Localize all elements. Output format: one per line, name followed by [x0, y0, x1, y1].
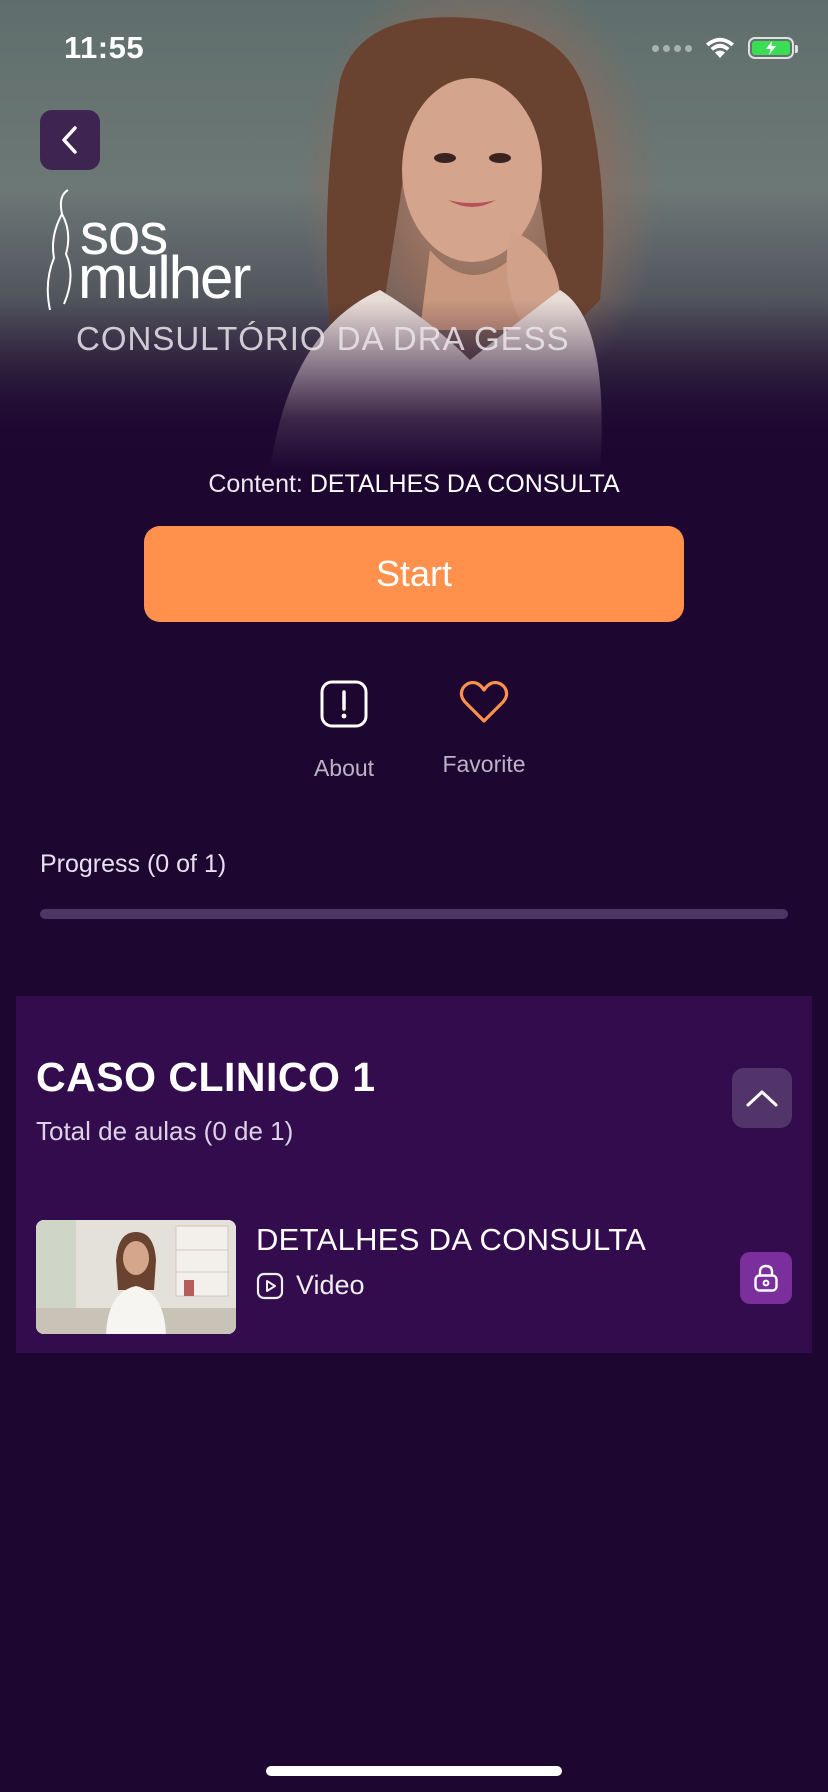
lesson-type: Video: [256, 1270, 365, 1301]
chevron-left-icon: [62, 126, 77, 154]
home-indicator[interactable]: [266, 1766, 562, 1776]
status-time: 11:55: [64, 30, 145, 65]
module-lesson-count: Total de aulas (0 de 1): [36, 1116, 294, 1146]
info-alert-icon: [320, 680, 368, 728]
lesson-thumbnail[interactable]: [36, 1220, 236, 1334]
cellular-signal-icon: [652, 44, 692, 52]
lock-icon: [754, 1264, 778, 1292]
favorite-label: Favorite: [442, 751, 526, 777]
video-icon: [256, 1272, 284, 1299]
content-label-value: DETALHES DA CONSULTA: [309, 470, 620, 498]
battery-icon: [748, 37, 798, 59]
wifi-icon: [706, 37, 734, 58]
progress-label: Progress (0 of 1): [40, 850, 227, 878]
logo-text-mulher: mulher: [78, 244, 251, 311]
content-label: Content: DETALHES DA CONSULTA: [0, 470, 828, 499]
collapse-module-button[interactable]: [732, 1068, 792, 1128]
status-icons: [652, 36, 798, 60]
about-label: About: [313, 755, 375, 781]
brand-logo-figure-icon: [46, 189, 72, 311]
logo-subtitle: CONSULTÓRIO DA DRA GESS: [76, 320, 570, 357]
lesson-thumbnail-image: [36, 1220, 236, 1334]
lesson-title[interactable]: DETALHES DA CONSULTA: [256, 1222, 646, 1258]
module-title: CASO CLINICO 1: [36, 1054, 376, 1100]
about-button[interactable]: About: [274, 680, 414, 782]
lesson-type-label: Video: [296, 1270, 365, 1300]
favorite-button[interactable]: Favorite: [414, 680, 554, 778]
module-card: CASO CLINICO 1 Total de aulas (0 de 1) D…: [16, 996, 812, 1353]
start-button[interactable]: Start: [144, 526, 684, 622]
content-label-prefix: Content:: [208, 470, 303, 498]
chevron-up-icon: [746, 1090, 778, 1107]
back-button[interactable]: [40, 110, 100, 170]
heart-icon: [459, 680, 509, 723]
lesson-lock-button[interactable]: [740, 1252, 792, 1304]
progress-bar: [40, 909, 788, 919]
